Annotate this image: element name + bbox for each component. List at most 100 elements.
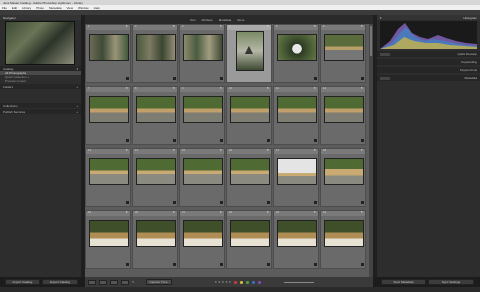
collections-header[interactable]: Collections + bbox=[0, 103, 81, 108]
plus-icon[interactable]: + bbox=[76, 104, 78, 108]
grid-cell[interactable]: 1 ⚑ bbox=[85, 24, 131, 83]
flag-icon[interactable]: ⚑ bbox=[361, 211, 363, 216]
thumbnail-image[interactable] bbox=[183, 34, 223, 61]
thumbnail-image[interactable] bbox=[89, 158, 129, 185]
label-blue[interactable] bbox=[252, 280, 256, 284]
grid-cell[interactable]: 19 ⚑ bbox=[85, 210, 131, 269]
label-red[interactable] bbox=[234, 280, 238, 284]
grid-cell[interactable]: 16 ⚑ bbox=[226, 148, 272, 207]
filter-attribute[interactable]: Attribute bbox=[202, 18, 213, 22]
grid-cell[interactable]: 5 ⚑ bbox=[273, 24, 319, 83]
grid-cell[interactable]: 24 ⚑ bbox=[320, 210, 366, 269]
thumbnail-image[interactable] bbox=[89, 96, 129, 123]
thumbnail-image[interactable] bbox=[277, 158, 317, 185]
grid-cell-selected[interactable]: 4 ⚑ ▲ bbox=[226, 24, 272, 83]
flag-icon[interactable]: ⚑ bbox=[314, 149, 316, 154]
menu-help[interactable]: Help bbox=[94, 6, 100, 10]
thumbnail-image[interactable]: ▲ bbox=[236, 31, 264, 71]
export-button[interactable]: Export Catalog bbox=[42, 279, 78, 285]
flag-icon[interactable]: ⚑ bbox=[173, 25, 175, 30]
grid-cell[interactable]: 7 ⚑ bbox=[85, 86, 131, 145]
thumbnail-image[interactable] bbox=[89, 220, 129, 247]
grid-cell[interactable]: 23 ⚑ bbox=[273, 210, 319, 269]
flag-icon[interactable]: ⚑ bbox=[173, 211, 175, 216]
flag-icon[interactable]: ⚑ bbox=[220, 87, 222, 92]
histogram-graph[interactable] bbox=[380, 21, 477, 49]
menu-window[interactable]: Window bbox=[78, 6, 89, 10]
flag-icon[interactable]: ⚑ bbox=[220, 25, 222, 30]
loupe-view-icon[interactable] bbox=[99, 279, 107, 285]
filmstrip-collapsed[interactable] bbox=[0, 287, 480, 292]
filter-text[interactable]: Text bbox=[190, 18, 196, 22]
thumbnail-image[interactable] bbox=[230, 220, 270, 247]
quick-develop-header[interactable]: Quick Develop bbox=[377, 51, 480, 57]
label-yellow[interactable] bbox=[240, 280, 244, 284]
thumbnail-image[interactable] bbox=[324, 34, 364, 61]
flag-icon[interactable]: ⚑ bbox=[314, 87, 316, 92]
flag-icon[interactable]: ⚑ bbox=[361, 149, 363, 154]
thumbnail-image[interactable] bbox=[324, 96, 364, 123]
painter-icon[interactable]: ✎ bbox=[132, 280, 135, 284]
thumbnail-image[interactable] bbox=[89, 34, 129, 61]
grid-cell[interactable]: 18 ⚑ bbox=[320, 148, 366, 207]
sort-label[interactable]: Capture Time bbox=[145, 279, 172, 285]
menu-file[interactable]: File bbox=[2, 6, 7, 10]
rating-stars[interactable]: ★ ★ ★ ★ ★ bbox=[215, 280, 232, 284]
flag-icon[interactable]: ⚑ bbox=[220, 149, 222, 154]
flag-icon[interactable]: ⚑ bbox=[220, 211, 222, 216]
folders-header[interactable]: Folders + bbox=[0, 84, 81, 89]
grid-cell[interactable]: 17 ⚑ bbox=[273, 148, 319, 207]
thumbnail-image[interactable] bbox=[277, 96, 317, 123]
publish-header[interactable]: Publish Services + bbox=[0, 109, 81, 114]
thumbnail-image[interactable] bbox=[183, 96, 223, 123]
thumbnail-image[interactable] bbox=[324, 220, 364, 247]
keywording-header[interactable]: Keywording bbox=[377, 59, 480, 65]
plus-icon[interactable]: + bbox=[76, 110, 78, 114]
preset-dropdown[interactable] bbox=[380, 52, 390, 56]
grid-cell[interactable]: 22 ⚑ bbox=[226, 210, 272, 269]
grid-cell[interactable]: 3 ⚑ bbox=[179, 24, 225, 83]
metadata-header[interactable]: Metadata bbox=[377, 75, 480, 81]
grid-cell[interactable]: 2 ⚑ bbox=[132, 24, 178, 83]
grid-cell[interactable]: 8 ⚑ bbox=[132, 86, 178, 145]
flag-icon[interactable]: ⚑ bbox=[126, 87, 128, 92]
flag-icon[interactable]: ⚑ bbox=[267, 87, 269, 92]
flag-icon[interactable]: ⚑ bbox=[126, 211, 128, 216]
grid-cell[interactable]: 14 ⚑ bbox=[132, 148, 178, 207]
label-green[interactable] bbox=[246, 280, 250, 284]
sync-metadata-button[interactable]: Sync Metadata bbox=[381, 279, 426, 285]
menu-edit[interactable]: Edit bbox=[12, 6, 17, 10]
flag-icon[interactable]: ⚑ bbox=[314, 25, 316, 30]
thumbnail-image[interactable] bbox=[277, 34, 317, 61]
filter-none[interactable]: None bbox=[237, 18, 244, 22]
grid-view-icon[interactable] bbox=[88, 279, 96, 285]
plus-icon[interactable]: + bbox=[76, 85, 78, 89]
thumbnail-image[interactable] bbox=[136, 34, 176, 61]
thumbnail-image[interactable] bbox=[183, 220, 223, 247]
compare-view-icon[interactable] bbox=[110, 279, 118, 285]
metadata-preset-dropdown[interactable] bbox=[380, 76, 390, 80]
keyword-list-header[interactable]: Keyword List bbox=[377, 67, 480, 73]
thumbnail-image[interactable] bbox=[136, 158, 176, 185]
sync-settings-button[interactable]: Sync Settings bbox=[428, 279, 474, 285]
flag-icon[interactable]: ⚑ bbox=[126, 149, 128, 154]
grid-cell[interactable]: 9 ⚑ bbox=[179, 86, 225, 145]
thumbnail-size-slider[interactable] bbox=[284, 281, 315, 283]
thumbnail-image[interactable] bbox=[136, 96, 176, 123]
navigator-preview[interactable] bbox=[5, 21, 75, 65]
filter-metadata[interactable]: Metadata bbox=[219, 18, 232, 22]
grid-cell[interactable]: 11 ⚑ bbox=[273, 86, 319, 145]
label-purple[interactable] bbox=[258, 280, 262, 284]
flag-icon[interactable]: ⚑ bbox=[361, 25, 363, 30]
flag-icon[interactable]: ⚑ bbox=[173, 87, 175, 92]
import-button[interactable]: Import Catalog bbox=[5, 279, 40, 285]
flag-icon[interactable]: ⚑ bbox=[126, 25, 128, 30]
menu-metadata[interactable]: Metadata bbox=[49, 6, 62, 10]
scrollbar-thumb[interactable] bbox=[370, 26, 372, 56]
grid-cell[interactable]: 20 ⚑ bbox=[132, 210, 178, 269]
catalog-item-previous[interactable]: Previous Import bbox=[0, 79, 81, 83]
thumbnail-image[interactable] bbox=[136, 220, 176, 247]
flag-icon[interactable]: ⚑ bbox=[314, 211, 316, 216]
navigator-header[interactable]: Navigator bbox=[0, 15, 81, 20]
grid-cell[interactable]: 15 ⚑ bbox=[179, 148, 225, 207]
